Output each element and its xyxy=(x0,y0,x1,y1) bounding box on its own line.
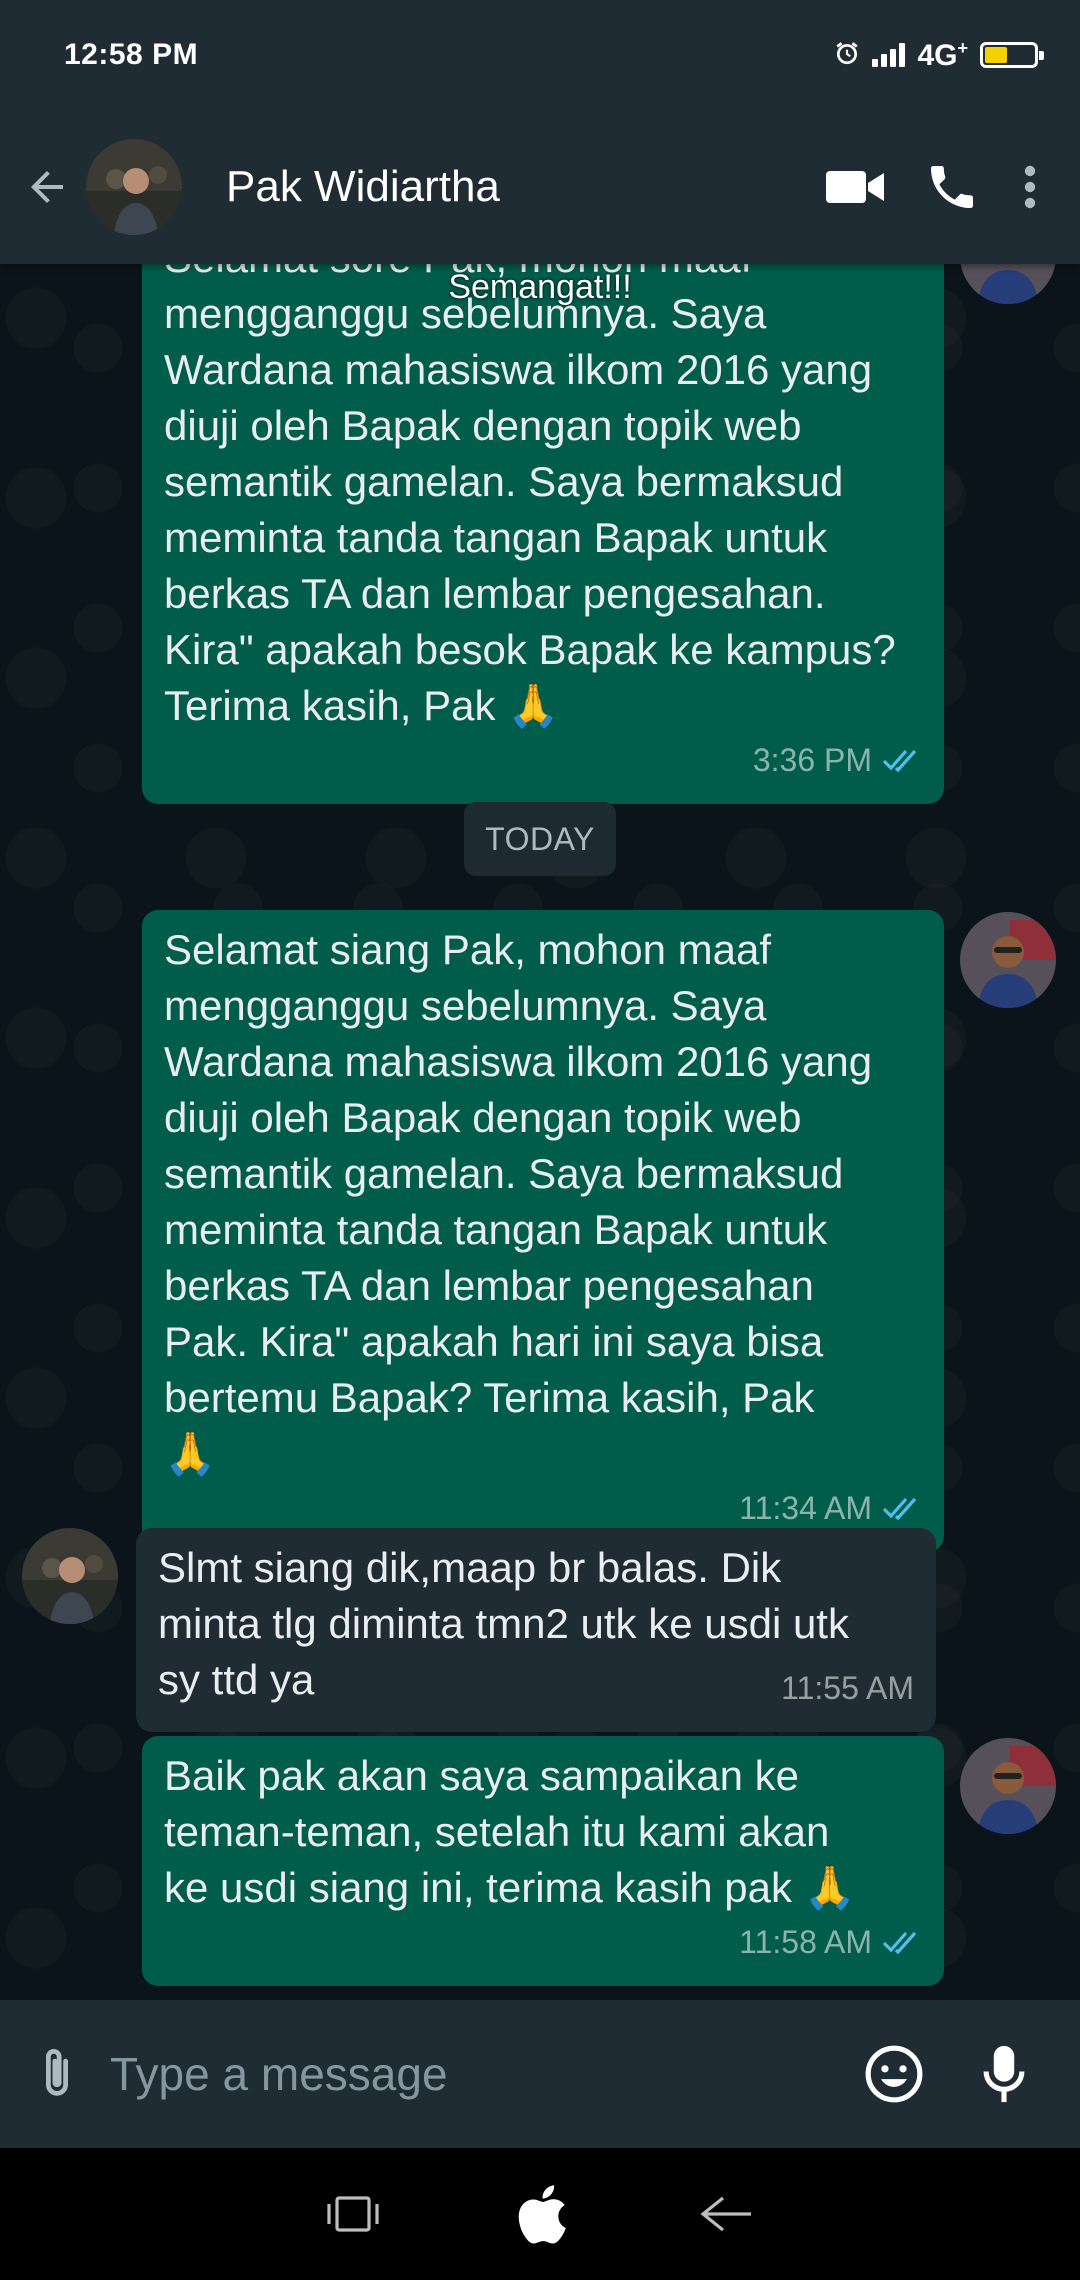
message-composer xyxy=(0,2000,1080,2148)
double-check-icon xyxy=(882,749,917,773)
message-time: 11:58 AM xyxy=(739,1924,872,1960)
chat-area[interactable]: Semangat!!! Selamat sore Pak, mohon maaf… xyxy=(0,264,1080,2000)
chat-header: Pak Widiartha xyxy=(0,110,1080,264)
emoji-icon[interactable] xyxy=(854,2034,934,2114)
status-time: 12:58 PM xyxy=(64,38,199,71)
contact-name[interactable]: Pak Widiartha xyxy=(226,162,808,212)
message-text: Selamat siang Pak, mohon maaf mengganggu… xyxy=(164,926,873,1478)
message-bubble-outgoing[interactable]: Selamat siang Pak, mohon maaf mengganggu… xyxy=(142,910,944,1552)
double-check-icon xyxy=(882,1497,917,1521)
status-icons: 4G+ xyxy=(834,37,1044,73)
message-meta: 11:58 AM xyxy=(164,1914,922,1970)
message-time: 11:55 AM xyxy=(781,1670,914,1706)
sender-avatar[interactable] xyxy=(960,1738,1056,1834)
message-input[interactable] xyxy=(110,2047,854,2101)
sender-avatar[interactable] xyxy=(960,912,1056,1008)
message-bubble-outgoing[interactable]: Baik pak akan saya sampaikan ke teman-te… xyxy=(142,1736,944,1986)
folded-hands-emoji: 🙏 xyxy=(803,1863,856,1912)
message-text: Selamat sore Pak, mohon maaf mengganggu … xyxy=(164,264,896,730)
message-bubble-incoming[interactable]: Slmt siang dik,maap br balas. Dik minta … xyxy=(136,1528,936,1732)
recent-apps-icon[interactable] xyxy=(308,2169,398,2259)
attach-icon[interactable] xyxy=(22,2039,92,2109)
home-apple-logo-icon[interactable] xyxy=(495,2169,585,2259)
phone-icon[interactable] xyxy=(904,139,1000,235)
network-type: 4G+ xyxy=(917,37,968,72)
system-navigation-bar xyxy=(0,2148,1080,2280)
folded-hands-emoji: 🙏 xyxy=(164,1429,217,1478)
contact-status-label: Semangat!!! xyxy=(448,268,632,306)
contact-avatar[interactable] xyxy=(86,139,182,235)
status-bar: 12:58 PM 4G+ xyxy=(0,0,1080,110)
message-text: Baik pak akan saya sampaikan ke teman-te… xyxy=(164,1752,856,1912)
folded-hands-emoji: 🙏 xyxy=(507,681,560,730)
back-triangle-icon[interactable] xyxy=(682,2169,772,2259)
double-check-icon xyxy=(882,1931,917,1955)
message-meta: 3:36 PM xyxy=(164,732,922,788)
battery-icon xyxy=(980,42,1044,68)
message-bubble-outgoing[interactable]: Selamat sore Pak, mohon maaf mengganggu … xyxy=(142,264,944,804)
back-arrow-icon[interactable] xyxy=(12,152,82,222)
mic-icon[interactable] xyxy=(964,2034,1044,2114)
date-separator: TODAY xyxy=(464,802,616,876)
alarm-icon xyxy=(834,40,860,71)
contact-avatar[interactable] xyxy=(22,1528,118,1624)
video-call-icon[interactable] xyxy=(808,139,904,235)
message-time: 3:36 PM xyxy=(752,742,872,778)
more-vert-icon[interactable] xyxy=(1000,139,1060,235)
signal-strength-icon xyxy=(872,43,906,67)
